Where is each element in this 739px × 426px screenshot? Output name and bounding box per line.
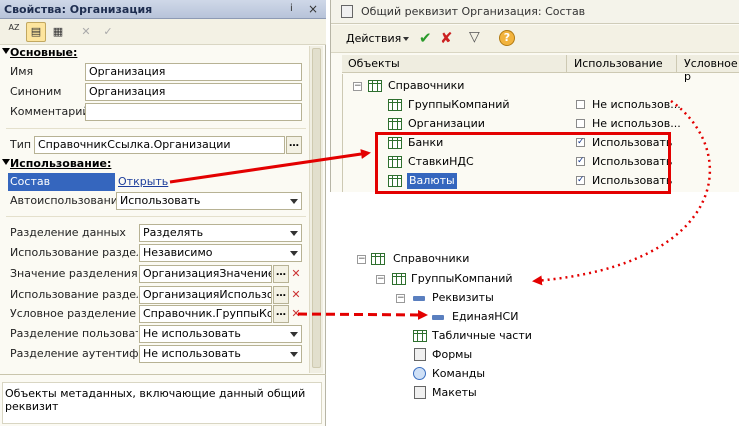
composition-arrow [169,149,371,184]
dotted-curve-arrow [532,99,712,286]
dashed-arrow [297,309,428,320]
annotation-arrows [169,99,712,320]
